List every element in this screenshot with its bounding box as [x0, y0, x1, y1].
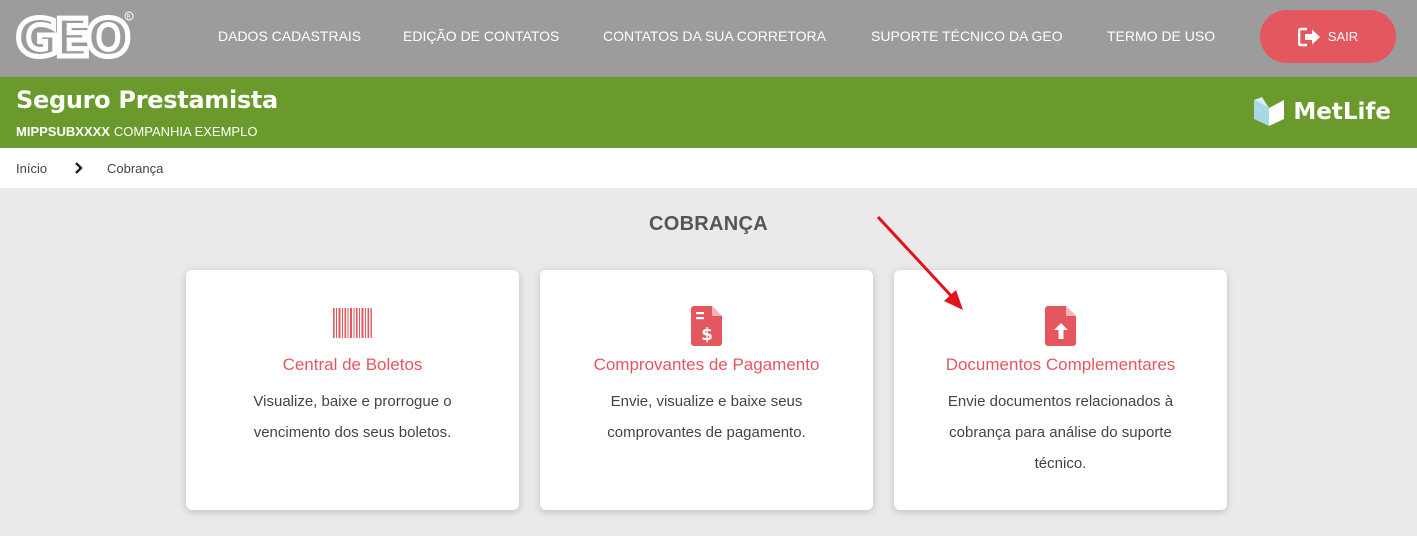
card-title: Comprovantes de Pagamento [593, 355, 820, 374]
nav-contatos-corretora[interactable]: CONTATOS DA SUA CORRETORA [603, 28, 826, 44]
page-title: COBRANÇA [648, 213, 769, 235]
nav-dados-cadastrais[interactable]: DADOS CADASTRAIS [218, 28, 361, 44]
company-name: COMPANHIA EXEMPLO [113, 124, 258, 139]
metlife-logo: MetLife [1253, 97, 1391, 127]
card-comprovantes-de-pagamento[interactable]: $ Comprovantes de Pagamento Envie, visua… [540, 270, 873, 510]
product-header: Seguro Prestamista MIPPSUBXXXX COMPANHIA … [0, 77, 1417, 148]
svg-text:GEO: GEO [16, 9, 128, 64]
card-title: Central de Boletos [282, 355, 423, 374]
breadcrumb-current: Cobrança [107, 161, 164, 176]
card-central-de-boletos[interactable]: Central de Boletos Visualize, baixe e pr… [186, 270, 519, 510]
nav-suporte-tecnico[interactable]: SUPORTE TÉCNICO DA GEO [871, 28, 1063, 44]
sign-out-icon [1297, 27, 1320, 46]
document-upload-icon [1044, 306, 1076, 346]
card-documentos-complementares[interactable]: Documentos Complementares Envie document… [894, 270, 1227, 510]
metlife-mark-icon [1254, 97, 1285, 126]
logout-label: SAIR [1327, 29, 1359, 44]
payment-receipt-icon: $ [690, 306, 722, 346]
card-description: Visualize, baixe e prorrogue o venciment… [253, 393, 452, 441]
svg-text:R: R [127, 14, 131, 21]
product-subtitle: MIPPSUBXXXX COMPANHIA EXEMPLO [16, 124, 257, 139]
chevron-right-icon [75, 162, 83, 174]
geo-logo[interactable]: GEO R [16, 8, 136, 64]
breadcrumb-home[interactable]: Início [16, 161, 47, 176]
svg-text:$: $ [701, 325, 713, 345]
breadcrumb: Início Cobrança [0, 148, 1417, 188]
card-description: Envie documentos relacionados à cobrança… [947, 393, 1174, 472]
product-title: Seguro Prestamista [16, 86, 278, 114]
logout-button[interactable]: SAIR [1260, 10, 1396, 63]
top-navigation-bar: GEO R DADOS CADASTRAIS EDIÇÃO DE CONTATO… [0, 0, 1417, 77]
card-description: Envie, visualize e baixe seus comprovant… [607, 393, 806, 441]
brand-name: MetLife [1293, 99, 1391, 125]
nav-edicao-de-contatos[interactable]: EDIÇÃO DE CONTATOS [403, 28, 559, 44]
nav-termo-de-uso[interactable]: TERMO DE USO [1107, 28, 1215, 44]
card-title: Documentos Complementares [945, 355, 1176, 374]
policy-code: MIPPSUBXXXX [16, 124, 110, 139]
barcode-icon [332, 308, 372, 338]
